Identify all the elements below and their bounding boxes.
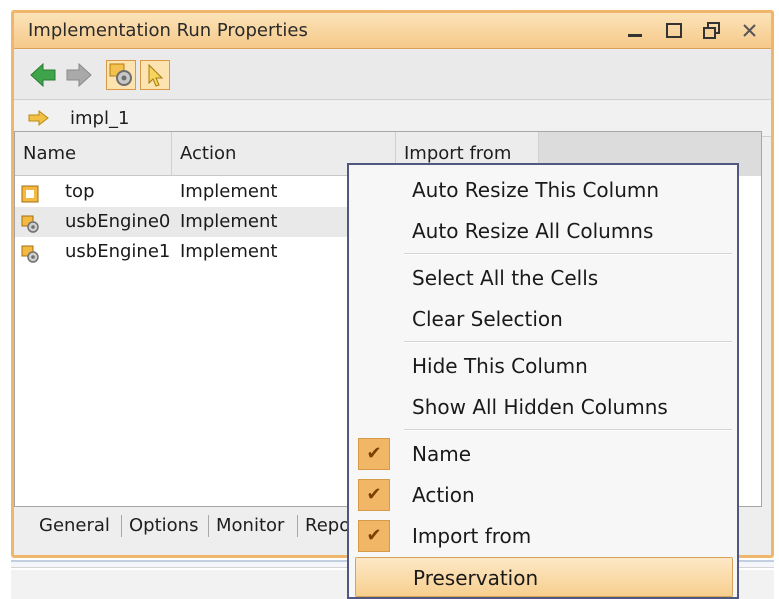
checkmark-icon: ✔ [358, 479, 390, 511]
menu-item-label: Preservation [413, 566, 539, 590]
tab-divider [121, 515, 122, 537]
tab-options[interactable]: Options [129, 507, 198, 545]
tab-divider [208, 515, 209, 537]
menu-item-show-hidden-columns[interactable]: Show All Hidden Columns [349, 387, 737, 427]
menu-item-label: Select All the Cells [412, 266, 599, 290]
menu-separator [404, 429, 732, 431]
gear-module-icon [21, 243, 39, 263]
menu-item-auto-resize-column[interactable]: Auto Resize This Column [349, 170, 737, 210]
menu-item-label: Auto Resize This Column [412, 178, 660, 202]
module-icon [21, 183, 39, 203]
menu-item-label: Action [412, 483, 475, 507]
row-name: usbEngine1 [65, 241, 171, 262]
select-pointer-icon[interactable] [140, 60, 170, 90]
menu-item-column-name[interactable]: ✔ Name [349, 434, 737, 474]
row-action: Implement [180, 211, 278, 232]
row-action: Implement [180, 181, 278, 202]
restore-icon[interactable] [700, 19, 724, 43]
menu-item-hide-column[interactable]: Hide This Column [349, 346, 737, 386]
toolbar [14, 50, 771, 100]
tab-monitor[interactable]: Monitor [216, 507, 284, 545]
menu-item-column-preservation[interactable]: Preservation [355, 557, 733, 597]
checkmark-icon: ✔ [358, 438, 390, 470]
row-name: top [65, 181, 95, 202]
menu-item-label: Name [412, 442, 472, 466]
forward-arrow-icon[interactable] [64, 60, 94, 90]
run-name: impl_1 [70, 108, 130, 129]
menu-item-label: Import from [412, 524, 532, 548]
window-title: Implementation Run Properties [28, 20, 308, 41]
close-icon[interactable] [738, 19, 762, 43]
tab-general[interactable]: General [39, 507, 110, 545]
menu-separator [404, 341, 732, 343]
gear-module-icon [21, 213, 39, 233]
column-context-menu: Auto Resize This Column Auto Resize All … [347, 163, 739, 599]
menu-item-label: Hide This Column [412, 354, 588, 378]
menu-item-label: Auto Resize All Columns [412, 219, 654, 243]
tab-reports[interactable]: Repo [305, 507, 350, 545]
menu-item-clear-selection[interactable]: Clear Selection [349, 299, 737, 339]
minimize-icon[interactable] [623, 19, 647, 43]
tab-divider [297, 515, 298, 537]
back-arrow-icon[interactable] [28, 60, 58, 90]
menu-item-label: Clear Selection [412, 307, 563, 331]
menu-item-auto-resize-all[interactable]: Auto Resize All Columns [349, 211, 737, 251]
column-header-name[interactable]: Name [15, 132, 172, 176]
maximize-icon[interactable] [662, 19, 686, 43]
menu-separator [404, 253, 732, 255]
settings-gear-icon[interactable] [106, 60, 136, 90]
menu-item-column-import-from[interactable]: ✔ Import from [349, 516, 737, 556]
title-bar[interactable]: Implementation Run Properties [14, 13, 771, 49]
menu-item-label: Show All Hidden Columns [412, 395, 668, 419]
row-action: Implement [180, 241, 278, 262]
menu-item-column-action[interactable]: ✔ Action [349, 475, 737, 515]
checkmark-icon: ✔ [358, 520, 390, 552]
menu-item-select-all-cells[interactable]: Select All the Cells [349, 258, 737, 298]
row-name: usbEngine0 [65, 211, 171, 232]
arrow-right-icon [28, 109, 50, 127]
